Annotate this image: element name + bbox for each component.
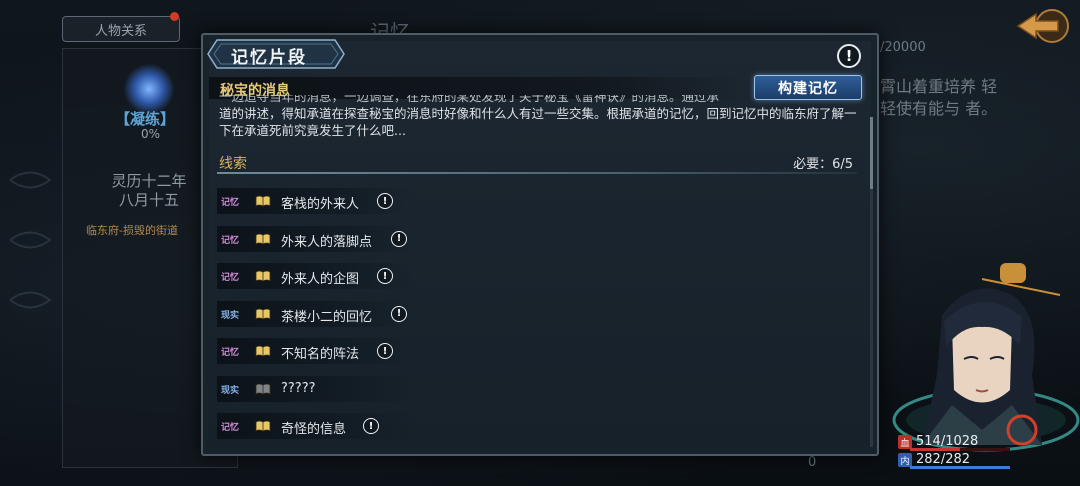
- clue-row[interactable]: 记忆 外来人的企图!: [217, 263, 413, 289]
- clue-row[interactable]: 记忆 不知名的阵法!: [217, 338, 413, 364]
- clue-info-icon[interactable]: !: [391, 230, 407, 247]
- clue-title: 不知名的阵法: [281, 347, 360, 362]
- clue-info-icon[interactable]: !: [377, 193, 393, 209]
- spirit-orb-icon: [124, 64, 174, 114]
- clue-info-icon[interactable]: !: [363, 418, 379, 434]
- book-icon: [255, 345, 271, 357]
- book-icon: [255, 270, 271, 282]
- hp-bar-fill: [910, 448, 960, 451]
- realm-label: 【凝练】: [115, 110, 176, 128]
- book-icon: [255, 383, 271, 395]
- back-arrow-icon[interactable]: [1014, 8, 1072, 44]
- date-line-2: 八月十五: [118, 191, 179, 209]
- clues-divider: [217, 172, 857, 174]
- help-info-button[interactable]: !: [837, 44, 861, 68]
- book-icon: [255, 233, 271, 245]
- reality-tag: 现实: [221, 385, 240, 396]
- clue-info-icon[interactable]: !: [377, 268, 393, 284]
- character-relations-tab[interactable]: 人物关系: [62, 16, 180, 42]
- clue-title: 茶楼小二的回忆: [281, 309, 373, 325]
- date-line-1: 灵历十二年: [111, 172, 187, 190]
- clue-row[interactable]: 记忆 外来人的落脚点!: [217, 225, 413, 252]
- clue-row[interactable]: 现实?????: [217, 375, 413, 402]
- background-story-text: 霄山着重培养 轻轻使有能与 者。: [880, 77, 998, 118]
- memory-tag: 记忆: [221, 423, 240, 433]
- clues-required-count: 必要：6/5: [793, 157, 853, 172]
- memory-tag: 记忆: [221, 273, 240, 283]
- description-scrolled-line: 一边追寻当年的消息，一边调查，在东府的某处发现了关于秘宝《雷神诀》的消息。通过承: [219, 95, 720, 104]
- cloud-pattern-decoration: [9, 171, 52, 309]
- mp-bar-fill: [910, 466, 1010, 469]
- background-counter: /20000: [880, 40, 926, 55]
- clue-title: ?????: [281, 380, 316, 396]
- memory-description[interactable]: 一边追寻当年的消息，一边调查，在东府的某处发现了关于秘宝《雷神诀》的消息。通过承…: [219, 95, 863, 143]
- realm-progress: 0%: [141, 127, 161, 141]
- hp-value: 514/1028: [916, 434, 979, 449]
- clue-title: 外来人的落脚点: [281, 234, 373, 250]
- scrollbar-thumb[interactable]: [870, 117, 873, 189]
- clue-title: 客栈的外来人: [281, 197, 360, 212]
- book-icon: [255, 420, 271, 432]
- book-icon: [255, 195, 271, 207]
- mp-value: 282/282: [916, 452, 971, 467]
- blood-icon: 血: [898, 435, 912, 449]
- location-text: 临东府-损毁的街道: [86, 224, 178, 237]
- memory-tag: 记忆: [221, 348, 240, 358]
- clue-row[interactable]: 现实 茶楼小二的回忆!: [217, 300, 413, 327]
- info-icon: !: [845, 47, 853, 65]
- character-relations-tab-label: 人物关系: [94, 23, 147, 39]
- clue-info-icon[interactable]: !: [391, 305, 407, 322]
- date-text: 灵历十二年 八月十五: [104, 172, 194, 210]
- clue-row[interactable]: 记忆 奇怪的信息!: [217, 413, 413, 439]
- memory-tag: 记忆: [221, 235, 240, 246]
- dialog-title: 记忆片段: [231, 48, 307, 68]
- inner-energy-icon: 内: [898, 453, 912, 467]
- memory-tag: 记忆: [221, 198, 240, 208]
- notification-dot: [170, 12, 179, 21]
- clue-title: 外来人的企图: [281, 272, 360, 287]
- clue-info-icon[interactable]: !: [377, 343, 393, 359]
- book-icon: [255, 308, 271, 320]
- reality-tag: 现实: [221, 310, 240, 321]
- memory-fragment-dialog: 记忆片段 ! 秘宝的消息 构建记忆 一边追寻当年的消息，一边调查，在东府的某处发…: [201, 33, 879, 456]
- clue-title: 奇怪的信息: [281, 422, 347, 437]
- clue-row[interactable]: 记忆 客栈的外来人!: [217, 188, 413, 214]
- description-text: 道的讲述，得知承道在探查秘宝的消息时好像和什么人有过一些交集。根据承道的记忆，回…: [219, 106, 857, 138]
- background-bottom-number: 0: [808, 455, 817, 470]
- clues-heading: 线索: [219, 156, 247, 172]
